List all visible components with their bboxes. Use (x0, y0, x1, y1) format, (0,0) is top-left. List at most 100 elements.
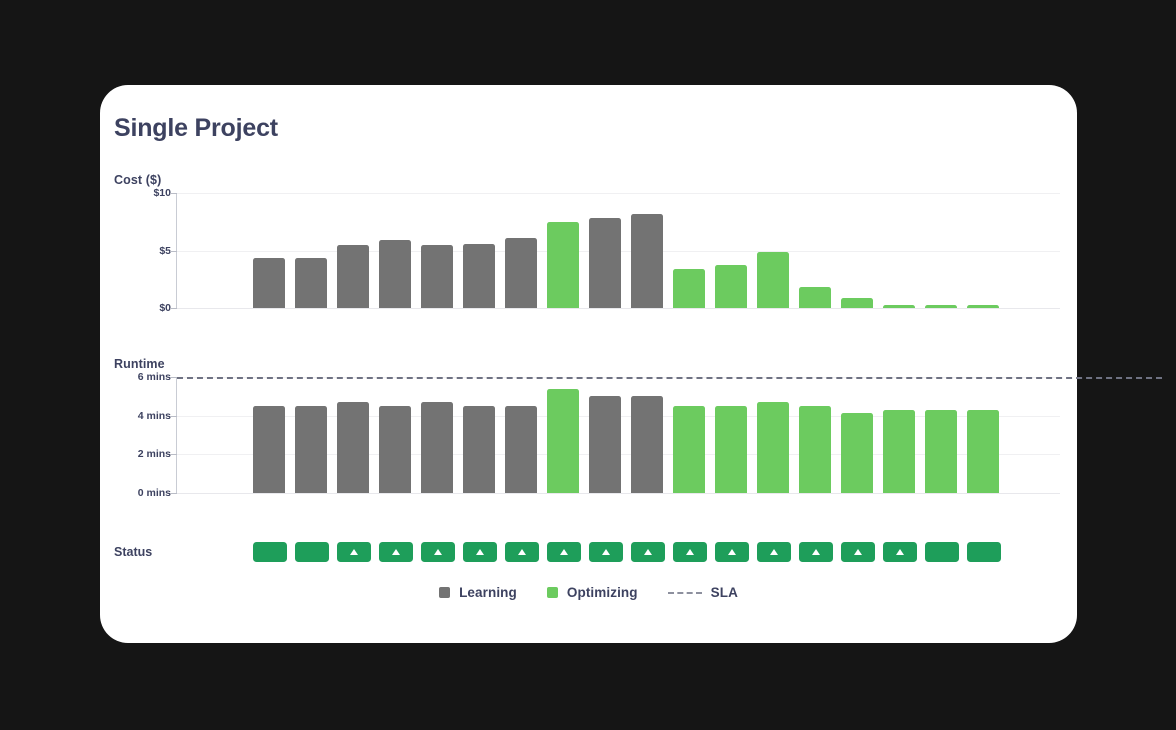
bar[interactable] (631, 396, 663, 493)
bar[interactable] (463, 406, 495, 493)
trend-up-icon (434, 549, 442, 555)
bar[interactable] (589, 396, 621, 493)
status-badge[interactable] (505, 542, 539, 562)
bar[interactable] (379, 240, 411, 308)
cost-gridline (177, 193, 1060, 194)
chart-legend: Learning Optimizing SLA (100, 585, 1077, 600)
bar[interactable] (505, 406, 537, 493)
screen-root: Single Project Cost ($) $0 $5 $10 Runtime … (0, 0, 1176, 730)
bar[interactable] (589, 218, 621, 308)
bar[interactable] (547, 221, 579, 308)
runtime-axis-spine (176, 377, 178, 493)
bar[interactable] (505, 238, 537, 308)
trend-up-icon (896, 549, 904, 555)
status-badge[interactable] (337, 542, 371, 562)
single-project-card: Single Project Cost ($) $0 $5 $10 Runtime … (100, 85, 1162, 643)
runtime-ytick-label: 6 mins (137, 371, 171, 383)
bar[interactable] (799, 286, 831, 308)
bar[interactable] (673, 406, 705, 493)
sla-threshold-line (177, 377, 1162, 379)
status-badge[interactable] (841, 542, 875, 562)
status-badge[interactable] (253, 542, 287, 562)
status-badge[interactable] (421, 542, 455, 562)
legend-label: Learning (459, 585, 517, 600)
bar[interactable] (757, 402, 789, 493)
bar[interactable] (337, 402, 369, 493)
runtime-baseline (177, 493, 1060, 494)
bar[interactable] (883, 304, 915, 308)
status-badge[interactable] (799, 542, 833, 562)
bar[interactable] (253, 257, 285, 308)
bar[interactable] (379, 406, 411, 493)
runtime-ytick-label: 4 mins (137, 409, 171, 422)
status-badge[interactable] (589, 542, 623, 562)
trend-up-icon (644, 549, 652, 555)
legend-item-learning[interactable]: Learning (439, 585, 517, 600)
trend-up-icon (854, 549, 862, 555)
bar[interactable] (799, 406, 831, 493)
bar[interactable] (883, 409, 915, 493)
cost-baseline (177, 308, 1060, 309)
bar[interactable] (925, 304, 957, 308)
cost-ytick-mark (170, 250, 177, 252)
status-badge[interactable] (925, 542, 959, 562)
trend-up-icon (518, 549, 526, 555)
trend-up-icon (770, 549, 778, 555)
runtime-chart: 0 mins 2 mins 4 mins 6 mins (100, 371, 1162, 512)
status-badge[interactable] (295, 542, 329, 562)
legend-label: Optimizing (566, 585, 638, 600)
bar[interactable] (295, 406, 327, 493)
status-badge[interactable] (757, 542, 791, 562)
status-badge[interactable] (547, 542, 581, 562)
bar[interactable] (421, 245, 453, 308)
status-badge[interactable] (631, 542, 665, 562)
bar[interactable] (631, 213, 663, 308)
bar[interactable] (715, 265, 747, 308)
bar[interactable] (715, 406, 747, 493)
trend-up-icon (476, 549, 484, 555)
trend-up-icon (560, 549, 568, 555)
bar[interactable] (337, 245, 369, 308)
runtime-plot-area (177, 377, 1162, 494)
bar[interactable] (757, 252, 789, 308)
bar[interactable] (295, 257, 327, 308)
bar[interactable] (463, 243, 495, 308)
bar[interactable] (967, 409, 999, 493)
status-badge[interactable] (883, 542, 917, 562)
cost-ytick-mark (170, 308, 177, 309)
trend-up-icon (686, 549, 694, 555)
runtime-section-label: Runtime (114, 357, 165, 371)
trend-up-icon (812, 549, 820, 555)
bar[interactable] (253, 406, 285, 493)
runtime-ytick-label: 0 mins (137, 487, 171, 499)
status-badge[interactable] (379, 542, 413, 562)
status-badge[interactable] (715, 542, 749, 562)
bar[interactable] (547, 388, 579, 493)
page-title: Single Project (114, 114, 278, 142)
status-badge[interactable] (673, 542, 707, 562)
status-row: Status (100, 537, 1077, 567)
status-badge[interactable] (463, 542, 497, 562)
bar[interactable] (925, 409, 957, 493)
status-badge[interactable] (967, 542, 1001, 562)
bar[interactable] (673, 268, 705, 308)
runtime-ytick-mark (170, 454, 177, 456)
trend-up-icon (728, 549, 736, 555)
bar[interactable] (841, 297, 873, 308)
cost-chart: $0 $5 $10 (100, 187, 1077, 323)
cost-plot-area (177, 193, 1060, 309)
bar[interactable] (841, 412, 873, 493)
runtime-y-axis: 0 mins 2 mins 4 mins 6 mins (100, 371, 171, 512)
runtime-ytick-mark (170, 493, 177, 494)
legend-item-sla[interactable]: SLA (667, 585, 738, 600)
bar[interactable] (967, 304, 999, 308)
square-swatch-icon (546, 587, 558, 598)
trend-up-icon (602, 549, 610, 555)
trend-up-icon (392, 549, 400, 555)
trend-up-icon (350, 549, 358, 555)
runtime-ytick-mark (170, 377, 177, 378)
square-swatch-icon (439, 587, 451, 598)
runtime-ytick-mark (170, 415, 177, 417)
bar[interactable] (421, 402, 453, 493)
legend-item-optimizing[interactable]: Optimizing (546, 585, 638, 600)
